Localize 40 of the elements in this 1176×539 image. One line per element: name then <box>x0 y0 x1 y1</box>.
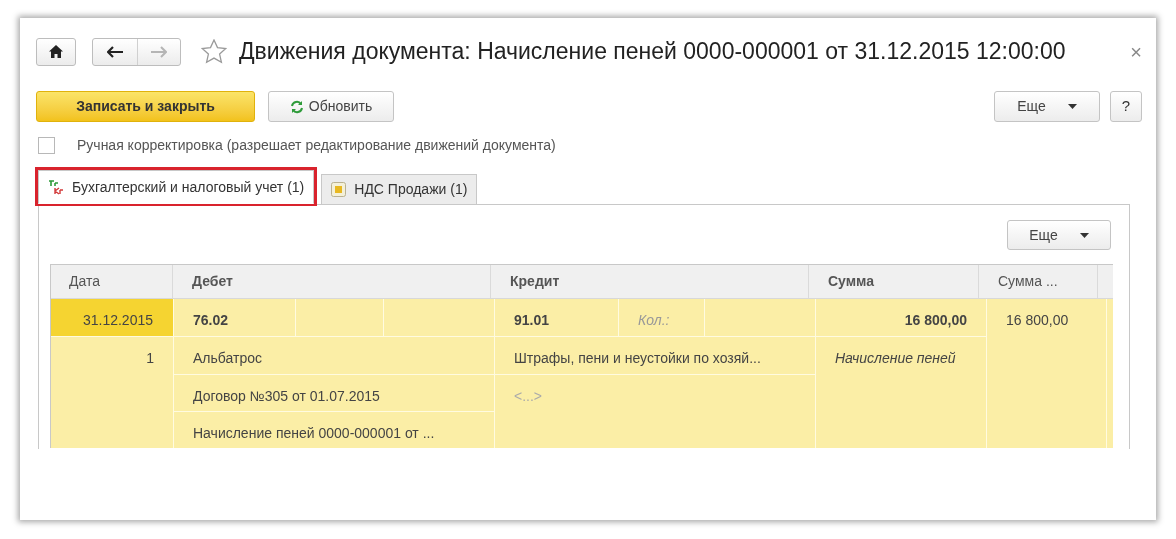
table-cell: 76.02 <box>174 299 295 336</box>
back-arrow-icon <box>107 45 123 58</box>
table-cell: Альбатрос <box>174 337 494 374</box>
window-title: Движения документа: Начисление пеней 0000-000001 от 31.12.2015 12:00:00 <box>239 37 1066 67</box>
table-cell[interactable]: 31.12.2015 <box>51 299 173 336</box>
caret-icon <box>1079 232 1089 238</box>
table-cell: 1 <box>51 337 173 448</box>
tab[interactable]: НДС Продажи (1) <box>321 174 478 205</box>
home-button[interactable] <box>36 37 76 66</box>
table-cell: 16 800,00 <box>987 299 1106 448</box>
more-button[interactable]: Еще <box>1007 220 1111 250</box>
tab[interactable]: Бухгалтерский и налоговый учет (1) <box>38 170 315 204</box>
table-cell: 16 800,00 <box>816 299 986 336</box>
table-cell: Кол.: <box>619 299 704 336</box>
column-header[interactable]: Сумма ... <box>979 265 1098 298</box>
close-button[interactable]: × <box>1130 41 1142 62</box>
save-and-close-button[interactable]: Записать и закрыть <box>36 91 255 122</box>
column-header[interactable]: Дебет <box>173 265 491 298</box>
more-button[interactable]: Еще <box>994 91 1100 122</box>
table-cell: Штрафы, пени и неустойки по хозяй... <box>495 337 815 374</box>
table-cell: <...> <box>495 375 815 448</box>
checkbox-label: Ручная корректировка (разрешает редактирование движений документа) <box>77 136 556 155</box>
table-cell: 91.01 <box>495 299 618 336</box>
column-header[interactable]: Дата <box>51 265 173 298</box>
home-icon <box>49 45 63 58</box>
column-header[interactable]: Кредит <box>491 265 809 298</box>
column-header[interactable]: Сумма <box>809 265 979 298</box>
refresh-button[interactable]: Обновить <box>268 91 394 122</box>
refresh-icon <box>289 99 304 114</box>
star-icon[interactable] <box>201 39 227 64</box>
register-icon <box>331 182 347 197</box>
ledger-icon <box>48 179 64 195</box>
caret-icon <box>1067 104 1077 109</box>
table-row-background[interactable]: 31.12.2015 76.02 91.01 Кол.: 16 800,00 16 800,00 1 Альбатрос Договор №305 от 01.07.2015 Начисление пеней 0000-000001 от ... Штрафы, пени и неустойки по хозяй... <...> Начисление пеней <box>51 299 1113 448</box>
table-cell: Договор №305 от 01.07.2015 <box>174 375 494 411</box>
table-cell: Начисление пеней 0000-000001 от ... <box>174 412 494 448</box>
help-button[interactable]: ? <box>1110 91 1142 122</box>
forward-arrow-icon <box>151 45 167 58</box>
table-cell: Начисление пеней <box>816 337 986 448</box>
checkbox[interactable] <box>38 137 55 154</box>
